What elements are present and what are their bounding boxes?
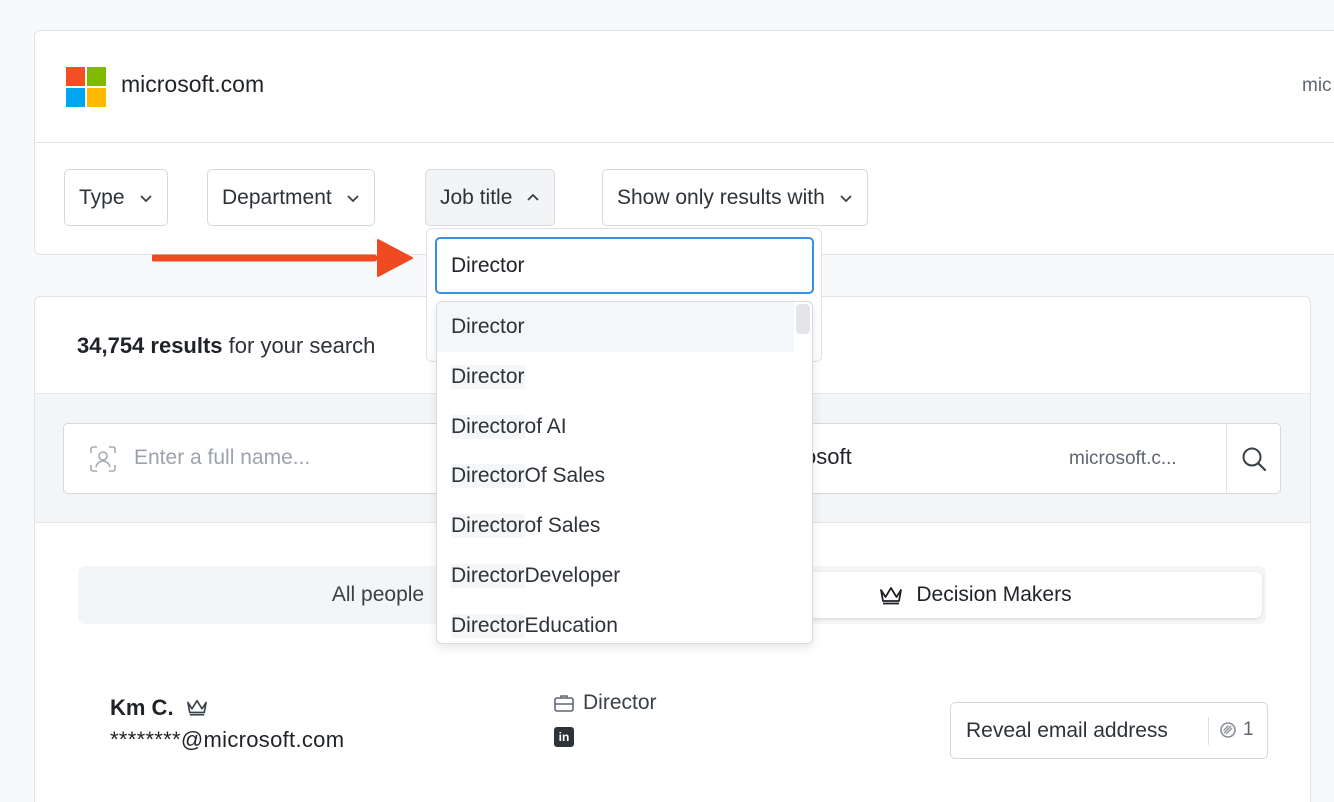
results-count: 34,754 results for your search [77, 333, 375, 359]
company-header: microsoft.com mic [35, 31, 1334, 143]
reveal-separator [1208, 717, 1209, 745]
option-rest-text: Of Sales [524, 464, 606, 487]
briefcase-icon [554, 695, 574, 712]
full-name-input[interactable] [134, 446, 434, 470]
job-title-option[interactable]: Director of AI [437, 402, 795, 452]
logo-red-square [66, 67, 85, 86]
options-scrollbar[interactable] [794, 302, 812, 643]
option-match-text: Director [451, 564, 525, 588]
option-match-text: Director [451, 315, 525, 339]
options-scrollbar-thumb[interactable] [796, 304, 810, 334]
job-title-option[interactable]: Director Of Sales [437, 451, 795, 501]
crown-icon [880, 587, 903, 605]
credit-cost-value: 1 [1243, 719, 1254, 740]
company-card: microsoft.com mic Type Department Job ti… [34, 30, 1334, 255]
job-title-search-input[interactable] [435, 237, 814, 294]
person-icon [90, 446, 116, 472]
filter-job-title-button[interactable]: Job title [425, 169, 556, 226]
job-title-option[interactable]: Director Education [437, 601, 795, 643]
results-count-number: 34,754 results [77, 333, 223, 358]
chevron-up-icon [527, 193, 540, 201]
option-match-text: Director [451, 415, 525, 439]
option-rest-text: of AI [524, 415, 567, 438]
logo-yellow-square [87, 88, 106, 107]
job-title-option[interactable]: Director of Sales [437, 501, 795, 551]
option-match-text: Director [451, 614, 525, 638]
option-match-text: Director [451, 464, 525, 488]
filter-show-only-button[interactable]: Show only results with [602, 169, 868, 226]
job-title-option[interactable]: Director Developer [437, 551, 795, 601]
credit-cost: 1 [1219, 719, 1254, 741]
filter-job-title-label: Job title [440, 185, 513, 209]
annotation-arrow-icon [152, 239, 413, 277]
job-title-option[interactable]: Director [437, 302, 795, 352]
option-rest-text: Developer [524, 564, 621, 587]
person-job-title: Director [583, 691, 657, 714]
logo-blue-square [66, 88, 85, 107]
logo-green-square [87, 67, 106, 86]
decision-maker-crown-icon [187, 699, 207, 716]
credits-icon [1220, 722, 1236, 738]
reveal-email-label: Reveal email address [966, 718, 1168, 742]
filter-department-label: Department [222, 185, 332, 209]
company-name: microsoft.com [121, 71, 265, 97]
option-rest-text: of Sales [524, 514, 601, 537]
company-domain: mic [1302, 75, 1332, 96]
tab-decision-makers-label: Decision Makers [916, 583, 1072, 606]
filter-type-button[interactable]: Type [64, 169, 168, 226]
person-name: Km C. [110, 695, 174, 720]
person-row: Km C. ********@microsoft.com Director in… [35, 667, 1310, 777]
microsoft-logo [66, 67, 106, 107]
linkedin-icon[interactable]: in [554, 727, 574, 747]
filter-department-button[interactable]: Department [207, 169, 375, 226]
filter-type-label: Type [79, 185, 125, 209]
option-match-text: Director [451, 365, 525, 389]
option-match-text: Director [451, 514, 525, 538]
search-icon [1242, 447, 1267, 471]
option-rest-text: Education [524, 614, 618, 637]
chevron-down-icon [347, 194, 359, 202]
job-title-options-list: Director Director Director of AI Directo… [436, 301, 813, 644]
person-email: ********@microsoft.com [110, 727, 345, 752]
reveal-email-button[interactable]: Reveal email address 1 [950, 702, 1268, 759]
search-button[interactable] [1227, 424, 1281, 493]
job-title-option[interactable]: Director [437, 352, 795, 402]
company-domain-field: microsoft.c... [1069, 448, 1177, 469]
chevron-down-icon [139, 194, 152, 202]
results-count-suffix: for your search [222, 333, 376, 358]
chevron-down-icon [840, 194, 852, 202]
filter-show-only-label: Show only results with [617, 185, 825, 209]
